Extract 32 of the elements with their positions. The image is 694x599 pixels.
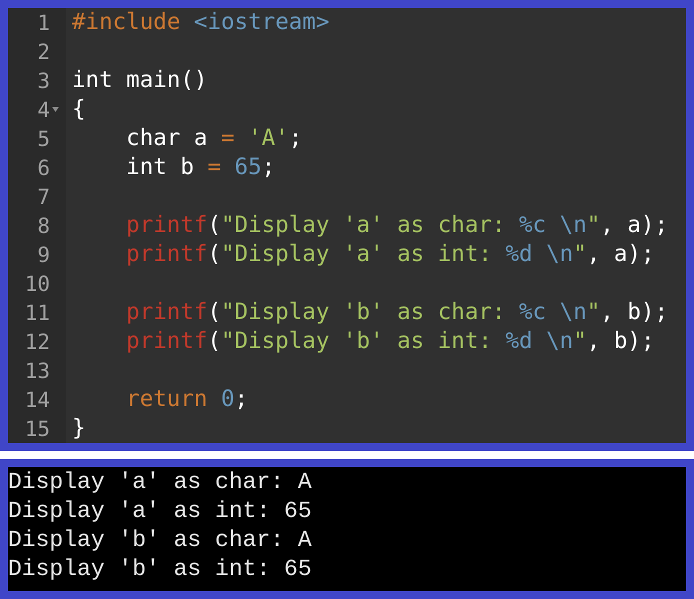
line-number: 12 (24, 330, 50, 354)
code-line: printf("Display 'a' as char: %c \n", a); (126, 212, 668, 238)
code-line: int b = 65; (126, 154, 276, 180)
code-line: } (72, 415, 86, 441)
output-line: Display 'a' as int: 65 (8, 498, 312, 524)
line-number: 4 (37, 98, 50, 122)
code-line: #include <iostream> (72, 9, 330, 35)
line-number: 6 (37, 156, 50, 180)
line-number: 13 (24, 358, 50, 382)
output-line: Display 'b' as char: A (8, 526, 312, 552)
code-line: return 0; (126, 386, 248, 412)
code-line: printf("Display 'a' as int: %d \n", a); (126, 241, 654, 267)
output-line: Display 'a' as char: A (8, 468, 312, 494)
code-line: { (72, 96, 86, 122)
code-line: int main() (72, 67, 208, 93)
line-number: 10 (24, 272, 50, 296)
line-number: 14 (24, 388, 50, 412)
line-number: 3 (37, 68, 50, 92)
code-line: char a = 'A'; (126, 125, 302, 151)
line-number: 8 (37, 214, 50, 238)
output-line: Display 'b' as int: 65 (8, 556, 312, 582)
line-number: 7 (37, 184, 50, 208)
code-line: printf("Display 'b' as char: %c \n", b); (126, 299, 668, 325)
line-number: 5 (37, 126, 50, 150)
line-number: 11 (24, 300, 50, 324)
line-number: 1 (37, 10, 50, 34)
line-number: 15 (24, 416, 50, 440)
code-editor[interactable] (8, 8, 686, 443)
line-number: 9 (37, 242, 50, 266)
code-line: printf("Display 'b' as int: %d \n", b); (126, 328, 654, 354)
line-number: 2 (37, 40, 50, 64)
fold-icon[interactable] (52, 107, 58, 112)
